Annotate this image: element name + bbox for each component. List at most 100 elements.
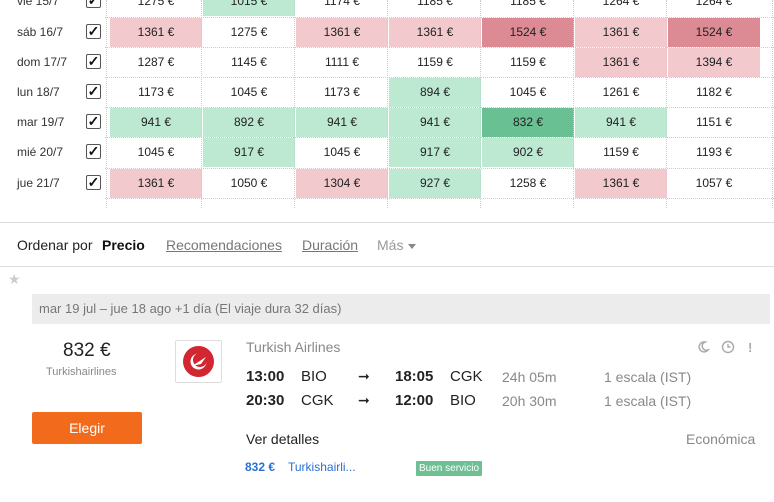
price-cell[interactable]: 1193 € — [668, 138, 760, 167]
row-date-label: mar 19/7 — [17, 115, 65, 129]
chevron-down-icon — [408, 243, 417, 249]
flight-leg-outbound: 13:00 BIO ➞ 18:05 CGK 24h 05m 1 escala (… — [246, 368, 766, 388]
row-date-label: mié 20/7 — [17, 145, 64, 159]
price-cell[interactable]: 1361 € — [575, 48, 667, 77]
price-cell[interactable]: 1361 € — [110, 18, 202, 47]
offer-price-link[interactable]: 832 € — [245, 460, 275, 474]
price-cell[interactable]: 1361 € — [110, 169, 202, 198]
price-cell[interactable]: 892 € — [203, 108, 295, 137]
row-date-label: vie 15/7 — [17, 0, 60, 8]
row-checkbox[interactable]: ✓ — [86, 175, 101, 190]
price-cell[interactable]: 894 € — [389, 78, 481, 107]
sort-option-duration[interactable]: Duración — [302, 237, 358, 253]
grid-line — [772, 0, 773, 208]
price-cell[interactable]: 1275 € — [203, 18, 295, 47]
trip-dates-banner: mar 19 jul – jue 18 ago +1 día (El viaje… — [32, 294, 770, 324]
price-cell[interactable]: 1394 € — [668, 48, 760, 77]
price-cell[interactable]: 1159 € — [575, 138, 667, 167]
details-link[interactable]: Ver detalles — [246, 431, 319, 447]
price-cell[interactable]: 1261 € — [575, 78, 667, 107]
arrival-time: 18:05 — [395, 368, 434, 385]
price-cell[interactable]: 1159 € — [482, 48, 574, 77]
flight-stops: 1 escala (IST) — [604, 369, 692, 385]
price-cell[interactable]: 941 € — [389, 108, 481, 137]
departure-time: 13:00 — [246, 368, 285, 385]
cabin-class: Económica — [686, 431, 756, 447]
price-cell[interactable]: 917 € — [203, 138, 295, 167]
price-cell[interactable]: 1524 € — [668, 18, 760, 47]
row-checkbox[interactable]: ✓ — [86, 144, 101, 159]
price-cell[interactable]: 902 € — [482, 138, 574, 167]
price-cell[interactable]: 1045 € — [482, 78, 574, 107]
flight-leg-return: 20:30 CGK ➞ 12:00 BIO 20h 30m 1 escala (… — [246, 392, 766, 412]
price-cell[interactable]: 1015 € — [203, 0, 295, 16]
price-cell[interactable]: 1361 € — [296, 18, 388, 47]
price-cell[interactable]: 1174 € — [296, 0, 388, 16]
offer-provider-link[interactable]: Turkishairli... — [288, 460, 356, 474]
price-cell[interactable]: 1185 € — [389, 0, 481, 16]
price-cell[interactable]: 941 € — [296, 108, 388, 137]
price-matrix: vie 15/7 ✓ 1275 €1015 €1174 €1185 €1185 €1… — [0, 0, 774, 208]
price-cell[interactable]: 1361 € — [575, 169, 667, 198]
price-cell[interactable]: 1173 € — [110, 78, 202, 107]
arrival-airport: BIO — [450, 392, 476, 409]
departure-airport: CGK — [301, 392, 334, 409]
moon-icon — [696, 340, 711, 357]
row-checkbox[interactable]: ✓ — [86, 0, 101, 8]
row-checkbox[interactable]: ✓ — [86, 24, 101, 39]
price-cell[interactable]: 1050 € — [203, 169, 295, 198]
flight-duration: 24h 05m — [502, 369, 557, 385]
departure-time: 20:30 — [246, 392, 285, 409]
grid-line — [105, 137, 774, 138]
sort-more-dropdown[interactable]: Más — [377, 237, 417, 253]
row-checkbox[interactable]: ✓ — [86, 84, 101, 99]
price-cell[interactable]: 1057 € — [668, 169, 760, 198]
grid-line — [105, 17, 774, 18]
grid-line — [105, 107, 774, 108]
price-cell[interactable]: 917 € — [389, 138, 481, 167]
price-cell[interactable]: 1361 € — [389, 18, 481, 47]
arrow-right-icon: ➞ — [358, 392, 370, 408]
price-cell[interactable]: 1524 € — [482, 18, 574, 47]
sort-option-price[interactable]: Precio — [102, 237, 145, 253]
price-cell[interactable]: 1361 € — [575, 18, 667, 47]
price-cell[interactable]: 1145 € — [203, 48, 295, 77]
price-cell[interactable]: 1151 € — [668, 108, 760, 137]
row-checkbox[interactable]: ✓ — [86, 114, 101, 129]
sort-bar: Ordenar por Precio Recomendaciones Durac… — [0, 230, 774, 260]
price-cell[interactable]: 1185 € — [482, 0, 574, 16]
price-cell[interactable]: 1045 € — [110, 138, 202, 167]
price-cell[interactable]: 1304 € — [296, 169, 388, 198]
price-cell[interactable]: 1264 € — [575, 0, 667, 16]
divider — [0, 266, 774, 267]
price-cell[interactable]: 941 € — [575, 108, 667, 137]
grid-line — [480, 0, 481, 208]
price-cell[interactable]: 1045 € — [203, 78, 295, 107]
price-cell[interactable]: 1275 € — [110, 0, 202, 16]
price-cell[interactable]: 1287 € — [110, 48, 202, 77]
divider — [0, 222, 774, 223]
price-cell[interactable]: 1173 € — [296, 78, 388, 107]
row-date-label: jue 21/7 — [17, 176, 60, 190]
row-date-label: lun 18/7 — [17, 85, 60, 99]
price-cell[interactable]: 1045 € — [296, 138, 388, 167]
price-cell[interactable]: 832 € — [482, 108, 574, 137]
price-cell[interactable]: 1159 € — [389, 48, 481, 77]
clock-icon — [721, 340, 735, 357]
price-cell[interactable]: 1111 € — [296, 48, 388, 77]
price-cell[interactable]: 1264 € — [668, 0, 760, 16]
result-provider: Turkishairlines — [46, 366, 117, 378]
arrow-right-icon: ➞ — [358, 368, 370, 384]
sort-option-recommendations[interactable]: Recomendaciones — [166, 237, 282, 253]
departure-airport: BIO — [301, 368, 327, 385]
price-cell[interactable]: 941 € — [110, 108, 202, 137]
price-cell[interactable]: 927 € — [389, 169, 481, 198]
flight-duration: 20h 30m — [502, 393, 557, 409]
choose-button[interactable]: Elegir — [32, 412, 142, 444]
grid-line — [105, 168, 774, 169]
price-cell[interactable]: 1182 € — [668, 78, 760, 107]
price-cell[interactable]: 1258 € — [482, 169, 574, 198]
star-icon[interactable]: ★ — [8, 271, 21, 288]
row-checkbox[interactable]: ✓ — [86, 54, 101, 69]
grid-line — [105, 77, 774, 78]
